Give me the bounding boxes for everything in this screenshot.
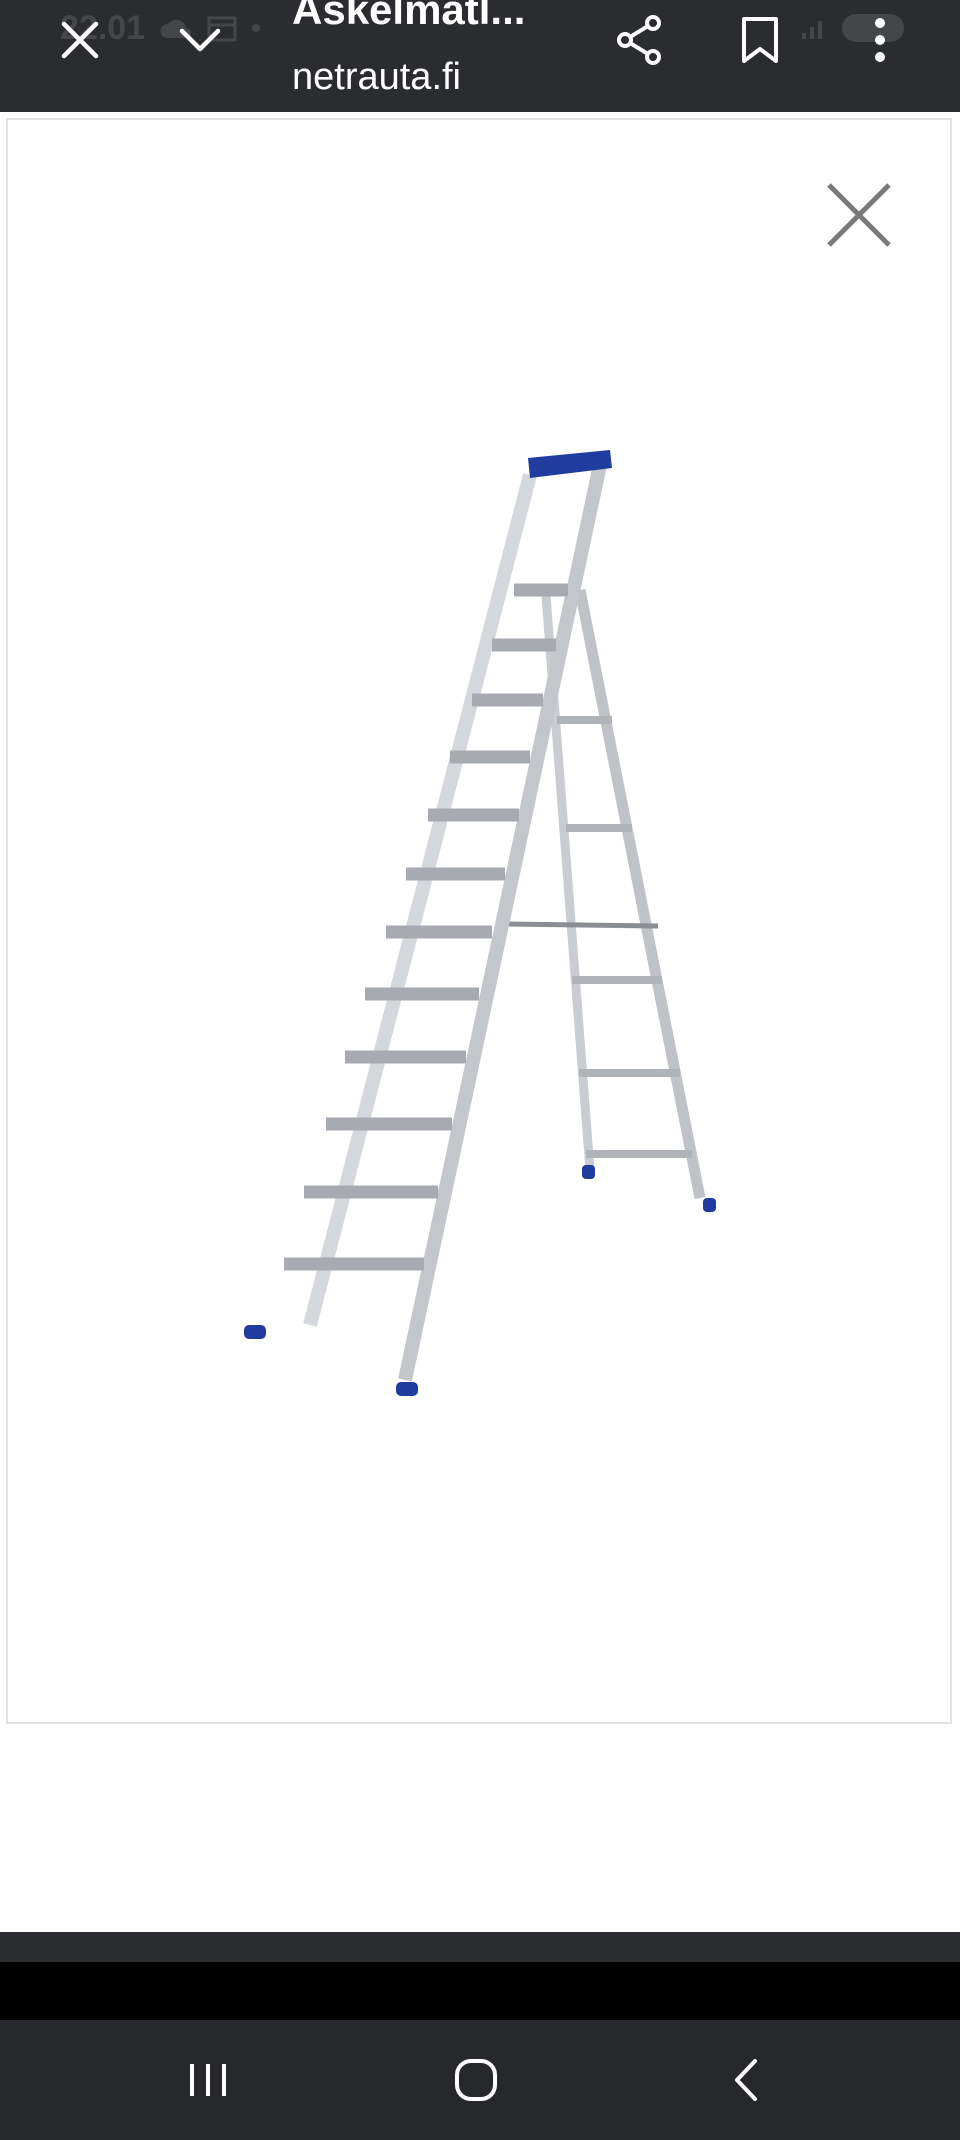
bookmark-icon: [742, 17, 778, 63]
ladder-rear-frame: [541, 588, 716, 1212]
bookmark-button[interactable]: [720, 0, 800, 80]
dot-icon: [252, 24, 261, 32]
close-icon: [827, 183, 891, 247]
page-domain: netrauta.fi: [292, 56, 461, 98]
share-icon: [617, 15, 661, 65]
more-options-button[interactable]: [840, 0, 920, 80]
collapse-button[interactable]: [160, 0, 240, 80]
signal-icon: [802, 21, 822, 39]
page-title: Askelmatl...: [292, 0, 526, 33]
browser-toolbar: 22.01 Askelmatl... netrauta.fi: [0, 0, 960, 112]
close-icon: [61, 21, 99, 59]
recents-icon: [190, 2064, 226, 2096]
more-vert-icon: [875, 18, 885, 62]
share-button[interactable]: [600, 0, 680, 80]
home-button[interactable]: [426, 2040, 526, 2120]
back-button[interactable]: [696, 2040, 796, 2120]
close-tab-button[interactable]: [40, 0, 120, 80]
back-icon: [735, 2059, 757, 2101]
close-viewer-button[interactable]: [814, 170, 904, 260]
ladder-spreader: [505, 921, 659, 929]
bottom-spacer: [0, 1962, 960, 2020]
recents-button[interactable]: [158, 2040, 258, 2120]
system-navigation-bar: [0, 2020, 960, 2140]
bottom-toolbar-strip: [0, 1932, 960, 1962]
chevron-down-icon: [179, 28, 221, 52]
ladder-image: [244, 450, 716, 1396]
home-icon: [455, 2059, 497, 2101]
